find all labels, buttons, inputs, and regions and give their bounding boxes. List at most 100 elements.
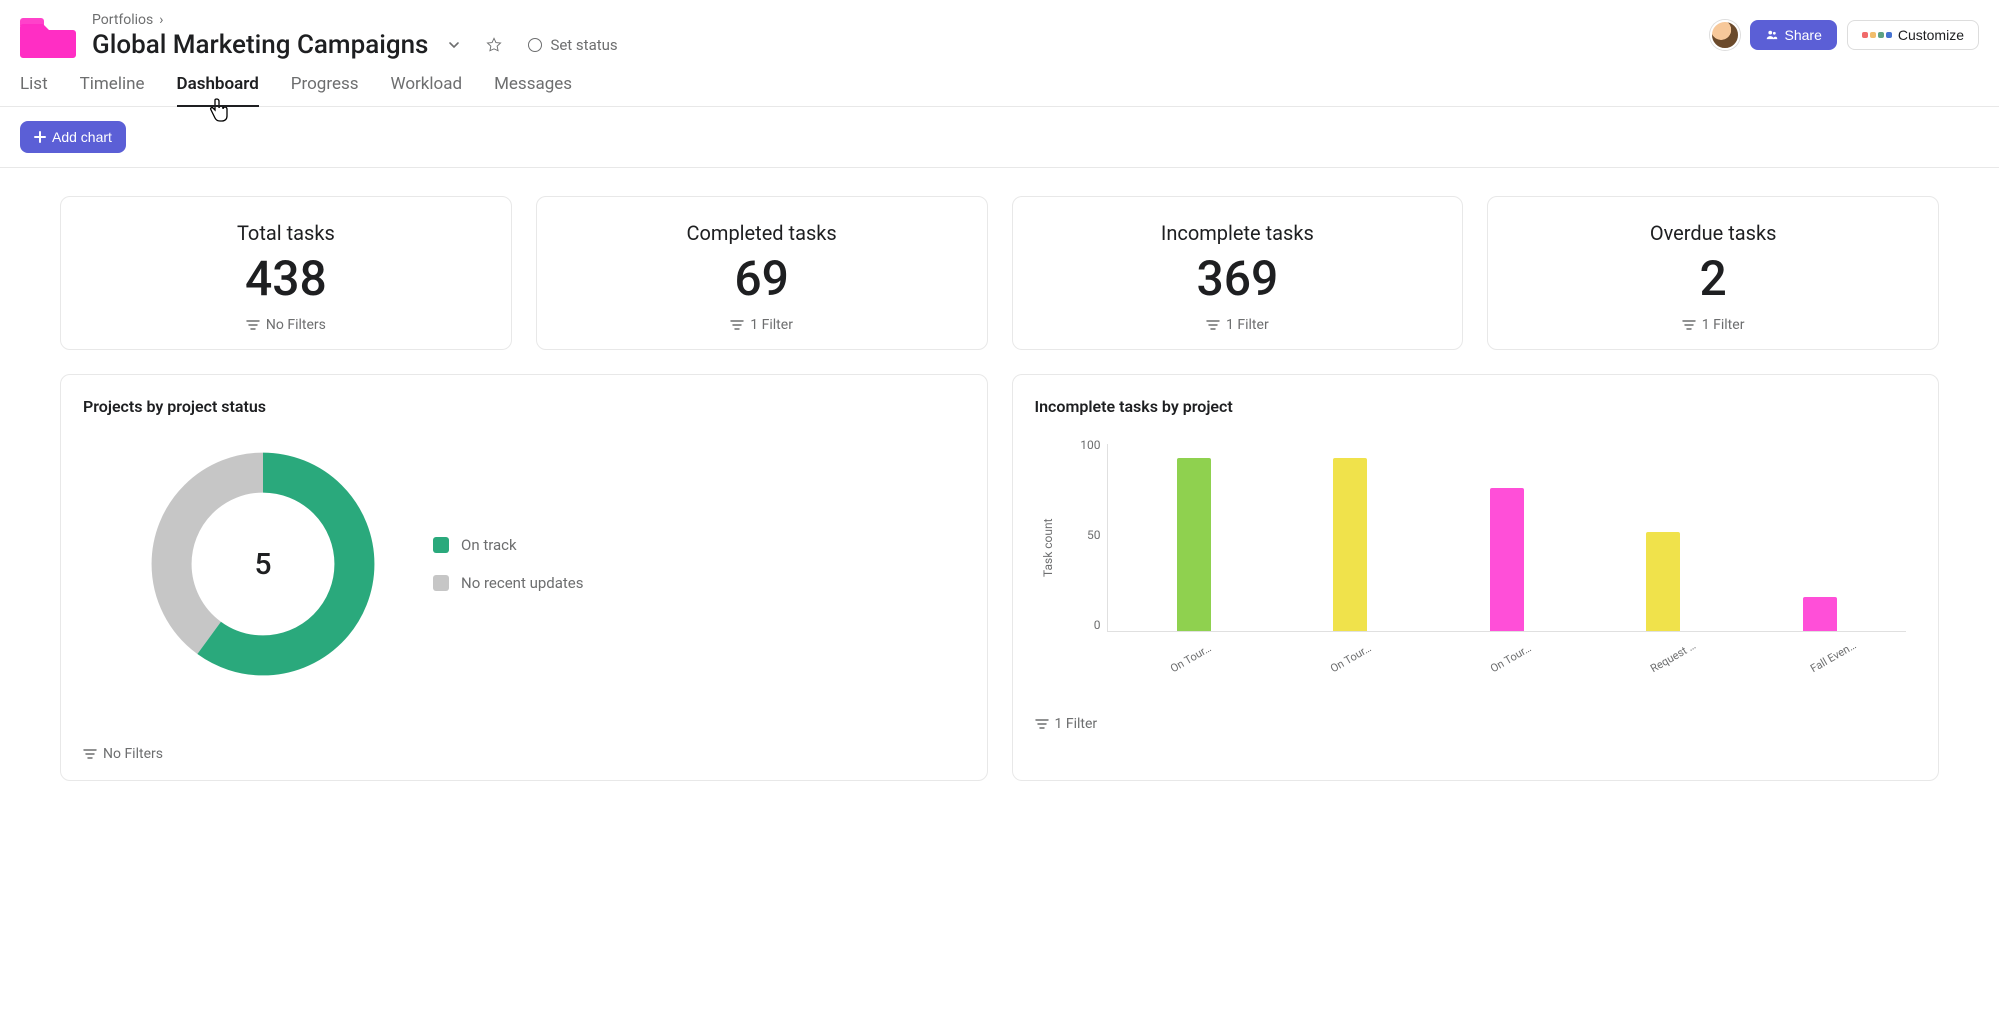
breadcrumb-root[interactable]: Portfolios [92, 12, 153, 28]
tab-label: List [20, 74, 48, 94]
breadcrumb[interactable]: Portfolios › [92, 12, 1694, 28]
filter-icon [246, 319, 260, 331]
y-axis-label: Task count [1041, 438, 1055, 658]
tab-label: Timeline [80, 74, 145, 94]
legend-swatch [433, 575, 449, 591]
bar-chart-area: Task count 100 50 0 On Tour…On Tour…On T… [1035, 434, 1917, 658]
share-label: Share [1785, 27, 1822, 43]
header-meta: Portfolios › Global Marketing Campaigns … [92, 12, 1694, 60]
stat-label: Completed tasks [686, 221, 836, 245]
x-axis-labels: On Tour…On Tour…On Tour…Request …Fall Ev… [1107, 671, 1907, 684]
donut-chart-area: 5 On track No recent updates [83, 434, 965, 708]
tab-messages[interactable]: Messages [494, 74, 572, 106]
add-chart-button[interactable]: Add chart [20, 121, 126, 153]
view-tabs: List Timeline Dashboard Progress Workloa… [20, 74, 1979, 106]
filter-text: 1 Filter [750, 317, 793, 333]
stat-filter[interactable]: 1 Filter [730, 317, 793, 333]
legend-item-no-updates[interactable]: No recent updates [433, 574, 584, 592]
bar-plot-inner [1107, 444, 1907, 632]
user-avatar[interactable] [1710, 20, 1740, 50]
filter-icon [1035, 718, 1049, 730]
stat-card-completed-tasks[interactable]: Completed tasks 69 1 Filter [536, 196, 988, 350]
tab-label: Workload [391, 74, 463, 94]
stat-card-overdue-tasks[interactable]: Overdue tasks 2 1 Filter [1487, 196, 1939, 350]
stat-card-incomplete-tasks[interactable]: Incomplete tasks 369 1 Filter [1012, 196, 1464, 350]
filter-icon [1206, 319, 1220, 331]
customize-label: Customize [1898, 27, 1964, 43]
donut-chart: 5 [143, 444, 383, 684]
tab-label: Progress [291, 74, 359, 94]
stat-filter[interactable]: No Filters [246, 317, 326, 333]
legend-label: No recent updates [461, 574, 584, 592]
dashboard-toolbar: Add chart [0, 107, 1999, 168]
stat-filter[interactable]: 1 Filter [1206, 317, 1269, 333]
x-label: On Tour… [1316, 641, 1374, 682]
x-label: On Tour… [1476, 641, 1534, 682]
tab-label: Dashboard [177, 74, 259, 94]
status-circle-icon [528, 38, 542, 52]
stat-value: 438 [245, 255, 327, 303]
filter-text: 1 Filter [1055, 716, 1098, 732]
chart-filter[interactable]: 1 Filter [1035, 716, 1098, 732]
set-status-label: Set status [550, 36, 617, 54]
bar[interactable] [1803, 597, 1837, 631]
x-label: Request … [1636, 641, 1694, 682]
stat-card-total-tasks[interactable]: Total tasks 438 No Filters [60, 196, 512, 350]
legend-label: On track [461, 536, 517, 554]
dashboard-body: Total tasks 438 No Filters Completed tas… [0, 168, 1999, 821]
chevron-right-icon: › [159, 12, 163, 28]
y-tick: 100 [1067, 438, 1101, 452]
stat-filter[interactable]: 1 Filter [1682, 317, 1745, 333]
tab-dashboard[interactable]: Dashboard [177, 74, 259, 106]
tab-label: Messages [494, 74, 572, 94]
legend-swatch [433, 537, 449, 553]
stat-label: Overdue tasks [1650, 221, 1777, 245]
bar-plot: 100 50 0 On Tour…On Tour…On Tour…Request… [1067, 438, 1907, 658]
share-button[interactable]: Share [1750, 20, 1837, 50]
stat-value: 69 [734, 255, 789, 303]
star-icon [486, 37, 502, 53]
filter-icon [83, 748, 97, 760]
stat-label: Total tasks [237, 221, 335, 245]
x-label: On Tour… [1156, 641, 1214, 682]
page-title: Global Marketing Campaigns [92, 30, 428, 60]
chart-filter[interactable]: No Filters [83, 746, 163, 762]
favorite-button[interactable] [480, 31, 508, 59]
bar[interactable] [1646, 532, 1680, 631]
header-actions: Share Customize [1710, 20, 1980, 50]
y-axis-ticks: 100 50 0 [1067, 438, 1101, 632]
bar[interactable] [1490, 488, 1524, 631]
bar[interactable] [1333, 458, 1367, 631]
filter-text: No Filters [266, 317, 326, 333]
tab-progress[interactable]: Progress [291, 74, 359, 106]
tab-workload[interactable]: Workload [391, 74, 463, 106]
add-chart-label: Add chart [52, 129, 112, 145]
chart-footer: 1 Filter [1035, 712, 1917, 732]
page-header: Portfolios › Global Marketing Campaigns … [0, 0, 1999, 107]
stat-label: Incomplete tasks [1161, 221, 1314, 245]
portfolio-folder-icon [20, 14, 76, 58]
y-tick: 50 [1067, 528, 1101, 542]
set-status-button[interactable]: Set status [520, 32, 625, 58]
stat-value: 2 [1699, 255, 1726, 303]
tab-timeline[interactable]: Timeline [80, 74, 145, 106]
bar[interactable] [1177, 458, 1211, 631]
chart-card-project-status[interactable]: Projects by project status 5 On track [60, 374, 988, 781]
chart-footer: No Filters [83, 742, 965, 762]
chevron-down-icon [447, 38, 461, 52]
plus-icon [34, 131, 46, 143]
charts-row: Projects by project status 5 On track [60, 374, 1939, 781]
title-row: Global Marketing Campaigns Set status [92, 30, 1694, 60]
customize-grid-icon [1862, 32, 1892, 38]
customize-button[interactable]: Customize [1847, 20, 1979, 50]
people-icon [1765, 28, 1779, 42]
title-dropdown-button[interactable] [440, 31, 468, 59]
chart-title: Incomplete tasks by project [1035, 397, 1917, 416]
stat-cards-row: Total tasks 438 No Filters Completed tas… [60, 196, 1939, 350]
tab-list[interactable]: List [20, 74, 48, 106]
donut-legend: On track No recent updates [433, 536, 584, 592]
legend-item-on-track[interactable]: On track [433, 536, 584, 554]
chart-card-incomplete-by-project[interactable]: Incomplete tasks by project Task count 1… [1012, 374, 1940, 781]
chart-title: Projects by project status [83, 397, 965, 416]
y-tick: 0 [1067, 618, 1101, 632]
